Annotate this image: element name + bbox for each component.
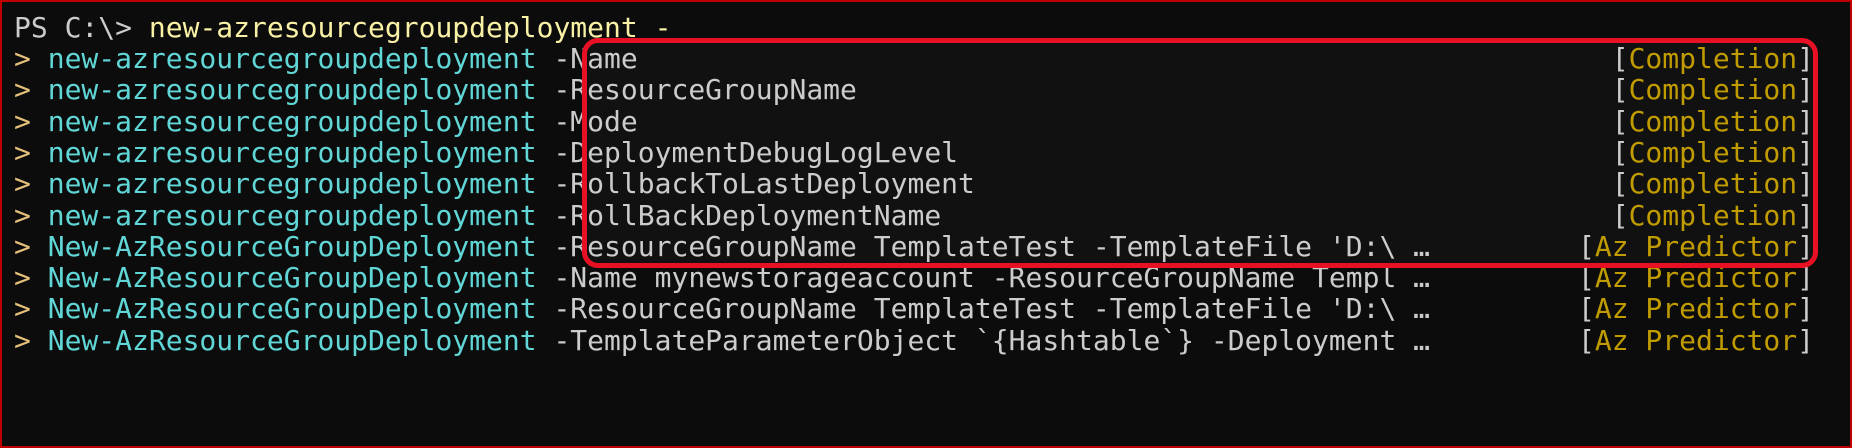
row-caret: > [14, 135, 31, 169]
source-open-bracket: [ [1611, 104, 1629, 138]
row-parameter: -ResourceGroupName TemplateTest -Templat… [553, 229, 1431, 263]
row-parameter: -ResourceGroupName TemplateTest -Templat… [553, 292, 1431, 326]
source-open-bracket: [ [1611, 135, 1629, 169]
row-caret: > [14, 323, 31, 357]
source-close-bracket: ] [1797, 42, 1814, 75]
row-parameter: -RollBackDeploymentName [553, 198, 942, 232]
source-close-bracket: ] [1797, 229, 1814, 263]
source-open-bracket: [ [1611, 198, 1629, 232]
source-name: Az Predictor [1594, 292, 1798, 326]
row-command: new-azresourcegroupdeployment [47, 42, 537, 75]
row-parameter: -RollbackToLastDeployment [553, 167, 975, 201]
source-name: Az Predictor [1594, 261, 1798, 295]
source-open-bracket: [ [1611, 167, 1629, 201]
row-command: new-azresourcegroupdeployment [47, 198, 537, 232]
source-close-bracket: ] [1797, 167, 1814, 201]
source-close-bracket: ] [1797, 73, 1814, 107]
source-close-bracket: ] [1797, 198, 1814, 232]
row-parameter: -DeploymentDebugLogLevel [553, 135, 959, 169]
row-caret: > [14, 261, 31, 295]
source-open-bracket: [ [1577, 292, 1595, 326]
source-name: Completion [1628, 135, 1798, 169]
row-command: new-azresourcegroupdeployment [47, 167, 537, 201]
source-name: Completion [1628, 42, 1798, 75]
terminal-window[interactable]: PS C:\> new-azresourcegroupdeployment - … [0, 0, 1852, 448]
row-source-tag: [Az Predictor] [1578, 322, 1814, 359]
row-parameter: -Mode [553, 104, 638, 138]
row-command: New-AzResourceGroupDeployment [47, 292, 537, 326]
row-parameter: -TemplateParameterObject `{Hashtable`} -… [553, 323, 1431, 357]
source-name: Completion [1628, 104, 1798, 138]
row-command: new-azresourcegroupdeployment [47, 104, 537, 138]
source-open-bracket: [ [1577, 323, 1595, 357]
source-open-bracket: [ [1611, 42, 1629, 75]
source-name: Completion [1628, 73, 1798, 107]
source-close-bracket: ] [1797, 104, 1814, 138]
source-close-bracket: ] [1797, 292, 1814, 326]
source-close-bracket: ] [1797, 135, 1814, 169]
row-command: new-azresourcegroupdeployment [47, 135, 537, 169]
row-caret: > [14, 198, 31, 232]
row-caret: > [14, 229, 31, 263]
source-open-bracket: [ [1577, 261, 1595, 295]
source-name: Completion [1628, 198, 1798, 232]
source-open-bracket: [ [1577, 229, 1595, 263]
row-parameter: -ResourceGroupName [553, 73, 857, 107]
source-name: Completion [1628, 167, 1798, 201]
row-command: new-azresourcegroupdeployment [47, 73, 537, 107]
source-name: Az Predictor [1594, 229, 1798, 263]
source-close-bracket: ] [1797, 323, 1814, 357]
row-command: New-AzResourceGroupDeployment [47, 261, 537, 295]
source-open-bracket: [ [1611, 73, 1629, 107]
row-parameter: -Name [553, 42, 638, 75]
row-caret: > [14, 292, 31, 326]
row-command: New-AzResourceGroupDeployment [47, 229, 537, 263]
row-command: New-AzResourceGroupDeployment [47, 323, 537, 357]
prediction-row[interactable]: > New-AzResourceGroupDeployment -Templat… [14, 322, 1814, 359]
row-caret: > [14, 73, 31, 107]
source-close-bracket: ] [1797, 261, 1814, 295]
row-caret: > [14, 167, 31, 201]
row-parameter: -Name mynewstorageaccount -ResourceGroup… [553, 261, 1431, 295]
row-caret: > [14, 104, 31, 138]
source-name: Az Predictor [1594, 323, 1798, 357]
row-caret: > [14, 42, 31, 75]
